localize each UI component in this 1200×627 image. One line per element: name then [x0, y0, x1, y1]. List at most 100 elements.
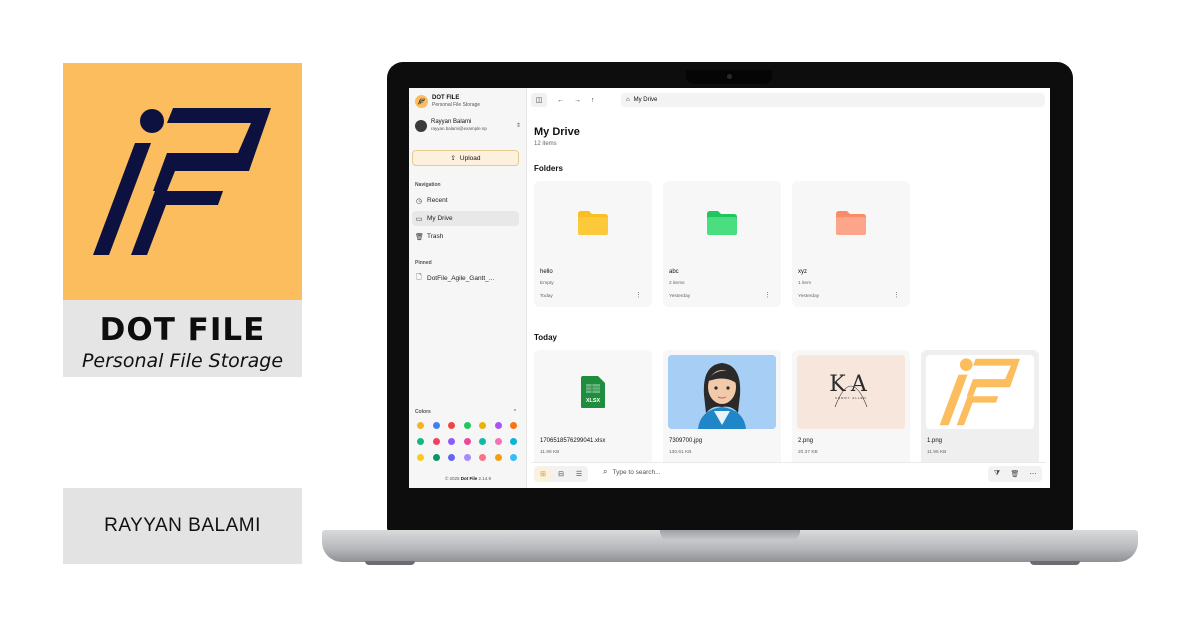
color-swatch[interactable] [448, 422, 455, 429]
file-size: 20.37 KB [798, 450, 818, 455]
color-swatch[interactable] [432, 454, 440, 461]
folder-thumbnail [668, 186, 776, 260]
pinned-heading: Pinned [415, 260, 432, 266]
sidebar-item-trash[interactable]: 🗑 Trash [412, 229, 519, 244]
pinned-item-label: DotFile_Agile_Gantt_... [427, 275, 495, 282]
trash-icon: 🗑 [415, 233, 424, 241]
file-card[interactable]: KA KERRY ALLEN 2.png 20.37 KB [792, 350, 910, 476]
color-swatch[interactable] [417, 422, 424, 429]
file-size: 11.98 KB [540, 450, 560, 455]
bottom-actions: ⧩ 🗑 ⋯ [988, 466, 1042, 482]
back-arrow-icon[interactable]: ← [557, 97, 564, 104]
list-view-button[interactable]: ☰ [571, 467, 587, 481]
file-card[interactable]: 7309700.jpg 130.61 KB [663, 350, 781, 476]
gallery-view-button[interactable]: ⊟ [553, 467, 569, 481]
color-swatch[interactable] [417, 454, 424, 461]
more-options-icon[interactable]: ⋮ [764, 291, 771, 299]
grid-view-button[interactable]: ⊞ [535, 467, 551, 481]
more-options-icon[interactable]: ⋮ [893, 291, 900, 299]
color-swatch[interactable] [479, 454, 486, 461]
filter-button[interactable]: ⧩ [989, 467, 1005, 481]
colors-header[interactable]: Colors ⌃ [415, 409, 517, 415]
color-swatch[interactable] [494, 422, 502, 429]
folder-thumbnail [539, 186, 647, 260]
view-switcher: ⊞ ⊟ ☰ [534, 466, 588, 482]
search-bar: ⌕ [603, 467, 813, 477]
ellipsis-icon: ⋯ [1029, 471, 1037, 478]
sidebar-item-recent[interactable]: ◷ Recent [412, 193, 519, 208]
file-card[interactable]: XLSX 1706518576299041.xlsx 11.98 KB [534, 350, 652, 476]
color-swatch[interactable] [463, 422, 471, 429]
laptop-foot-right [1030, 561, 1080, 565]
main-content: ◫ ← → ↑ ⌂ My Drive My Drive 12 items Fol… [527, 88, 1050, 488]
color-swatch[interactable] [448, 454, 455, 461]
copyright-year: © 2025 [444, 476, 460, 481]
folder-name: xyz [798, 269, 807, 275]
color-swatch[interactable] [448, 438, 455, 445]
more-options-icon[interactable]: ⋮ [635, 291, 642, 299]
folder-date: Yesterday [798, 294, 820, 299]
color-swatch[interactable] [463, 438, 471, 445]
color-swatch[interactable] [432, 422, 440, 429]
sidebar-item-my-drive[interactable]: ▭ My Drive [412, 211, 519, 226]
color-swatch[interactable] [510, 438, 517, 445]
home-icon: ⌂ [626, 97, 630, 103]
delete-button[interactable]: 🗑 [1007, 467, 1023, 481]
grid-icon: ⊞ [540, 471, 546, 478]
color-swatch[interactable] [494, 454, 502, 461]
toggle-sidebar-button[interactable]: ◫ [531, 93, 547, 107]
colors-heading: Colors [415, 409, 431, 415]
color-swatch[interactable] [494, 438, 502, 445]
file-thumbnail: XLSX [539, 355, 647, 429]
dot-file-logo-image [926, 355, 1034, 429]
folder-icon [578, 211, 608, 235]
file-name: 2.png [798, 438, 814, 444]
color-swatch[interactable] [479, 422, 486, 429]
gallery-icon: ⊟ [558, 471, 564, 478]
monogram-logo-image: KA KERRY ALLEN [797, 355, 905, 429]
up-arrow-icon[interactable]: ↑ [591, 97, 595, 104]
user-email: rayyan.balami@example.np [431, 126, 487, 131]
item-count: 12 items [534, 141, 557, 147]
folders-heading: Folders [534, 164, 563, 173]
chevron-up-icon: ⌃ [512, 409, 517, 415]
folder-thumbnail [797, 186, 905, 260]
color-swatch[interactable] [463, 454, 471, 461]
logo-mark-icon [93, 108, 271, 255]
svg-text:XLSX: XLSX [586, 398, 601, 404]
trash-icon: 🗑 [1010, 471, 1020, 478]
folder-meta: 2 items [669, 281, 685, 286]
file-card[interactable]: 1.png 11.95 KB [921, 350, 1039, 476]
more-button[interactable]: ⋯ [1025, 467, 1041, 481]
folder-meta: 1 item [798, 281, 812, 286]
sidebar: DOT FILE Personal File Storage Rayyan Ba… [409, 88, 527, 488]
avatar [415, 119, 427, 132]
breadcrumb-current: My Drive [633, 97, 658, 103]
pinned-item[interactable]: 🗋 DotFile_Agile_Gantt_... [412, 271, 519, 286]
logo-card: DOT FILE Personal File Storage [63, 63, 302, 377]
user-switcher[interactable]: Rayyan Balami rayyan.balami@example.np ⇕ [415, 119, 521, 132]
folder-icon [836, 211, 866, 235]
upload-button[interactable]: ⇪ Upload [412, 150, 519, 166]
folder-card[interactable]: xyz 1 item Yesterday ⋮ [792, 181, 910, 307]
search-icon: ⌕ [603, 467, 608, 476]
clock-icon: ◷ [415, 197, 423, 205]
color-swatch[interactable] [510, 454, 517, 461]
forward-arrow-icon[interactable]: → [574, 97, 581, 104]
folder-name: abc [669, 269, 679, 275]
today-heading: Today [534, 333, 557, 342]
laptop-foot-left [365, 561, 415, 565]
folder-card[interactable]: abc 2 items Yesterday ⋮ [663, 181, 781, 307]
folder-date: Yesterday [669, 294, 691, 299]
color-swatch[interactable] [510, 422, 517, 429]
search-input[interactable] [612, 468, 813, 476]
breadcrumb[interactable]: ⌂ My Drive [621, 93, 1045, 107]
svg-text:KA: KA [829, 372, 872, 397]
folder-card[interactable]: hello Empty Today ⋮ [534, 181, 652, 307]
app-header: DOT FILE Personal File Storage [415, 95, 480, 108]
color-swatch[interactable] [479, 438, 486, 445]
navigation-heading: Navigation [415, 182, 441, 188]
color-swatch[interactable] [432, 438, 440, 445]
color-swatch[interactable] [417, 438, 424, 445]
file-name: 1.png [927, 438, 943, 444]
